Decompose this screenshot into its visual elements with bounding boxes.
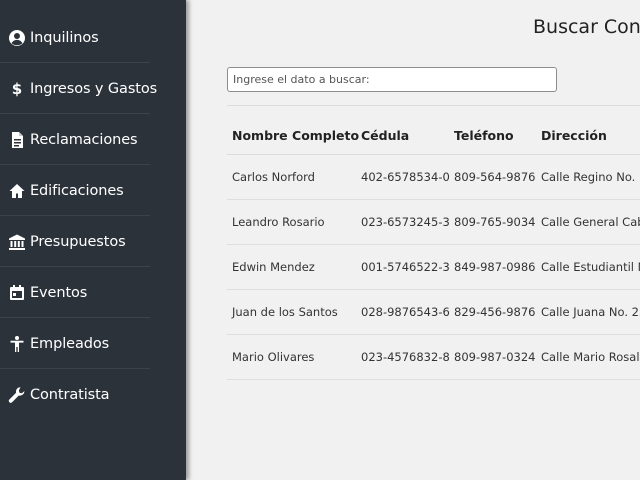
divider [0,62,150,63]
cell-telefono: 809-765-9034 [454,215,536,229]
cell-telefono: 809-987-0324 [454,350,536,364]
user-circle-icon [8,29,26,47]
sidebar-item-label: Reclamaciones [30,132,138,148]
cell-nombre: Carlos Norford [232,170,315,184]
cell-cedula: 001-5746522-3 [361,260,450,274]
column-header-cedula[interactable]: Cédula [361,128,409,143]
page-title: Buscar Cont [533,16,640,38]
wrench-icon [8,386,26,404]
divider [0,164,150,165]
sidebar-item-label: Presupuestos [30,234,126,250]
divider [0,317,150,318]
sidebar: Inquilinos $ Ingresos y Gastos Reclamaci… [0,0,186,480]
column-header-nombre[interactable]: Nombre Completo [232,128,359,143]
divider [227,379,640,380]
sidebar-item-presupuestos[interactable]: Presupuestos [0,218,150,266]
divider [0,113,150,114]
sidebar-item-empleados[interactable]: Empleados [0,320,150,368]
sidebar-item-contratista[interactable]: Contratista [0,371,150,419]
cell-direccion: Calle Estudiantil No [541,260,640,274]
column-header-telefono[interactable]: Teléfono [454,128,514,143]
cell-nombre: Juan de los Santos [232,305,338,319]
sidebar-item-eventos[interactable]: Eventos [0,269,150,317]
cell-direccion: Calle Mario Rosal No [541,350,640,364]
sidebar-item-inquilinos[interactable]: Inquilinos [0,14,150,62]
table-row[interactable]: Juan de los Santos 028-9876543-6 829-456… [227,290,640,335]
calendar-icon [8,284,26,302]
column-header-direccion[interactable]: Dirección [541,128,607,143]
sidebar-item-label: Empleados [30,336,110,352]
divider [227,105,640,106]
sidebar-item-ingresos-gastos[interactable]: $ Ingresos y Gastos [0,65,157,113]
main-content: Buscar Cont Nombre Completo Cédula Teléf… [186,0,640,480]
cell-nombre: Mario Olivares [232,350,315,364]
table-row[interactable]: Mario Olivares 023-4576832-8 809-987-032… [227,335,640,380]
bank-icon [8,233,26,251]
sidebar-item-reclamaciones[interactable]: Reclamaciones [0,116,150,164]
sidebar-item-label: Inquilinos [30,30,99,46]
cell-direccion: Calle Regino No. 12 [541,170,640,184]
cell-telefono: 849-987-0986 [454,260,536,274]
svg-text:$: $ [12,80,22,98]
table-row[interactable]: Edwin Mendez 001-5746522-3 849-987-0986 … [227,245,640,290]
sidebar-item-label: Contratista [30,387,110,403]
sidebar-item-label: Ingresos y Gastos [30,81,158,97]
table-row[interactable]: Leandro Rosario 023-6573245-3 809-765-90… [227,200,640,245]
document-icon [8,131,26,149]
cell-cedula: 023-4576832-8 [361,350,450,364]
dollar-icon: $ [8,80,26,98]
sidebar-item-label: Eventos [30,285,88,301]
cell-direccion: Calle General Cabral [541,215,640,229]
person-icon [8,335,26,353]
divider [0,266,150,267]
cell-telefono: 829-456-9876 [454,305,536,319]
search-input[interactable] [227,67,557,92]
cell-nombre: Leandro Rosario [232,215,325,229]
sidebar-item-edificaciones[interactable]: Edificaciones [0,167,150,215]
cell-cedula: 023-6573245-3 [361,215,450,229]
table-row[interactable]: Carlos Norford 402-6578534-0 809-564-987… [227,155,640,200]
cell-cedula: 402-6578534-0 [361,170,450,184]
divider [0,368,150,369]
cell-nombre: Edwin Mendez [232,260,315,274]
cell-direccion: Calle Juana No. 23 [541,305,640,319]
home-icon [8,182,26,200]
divider [0,215,150,216]
sidebar-item-label: Edificaciones [30,183,124,199]
cell-cedula: 028-9876543-6 [361,305,450,319]
cell-telefono: 809-564-9876 [454,170,536,184]
